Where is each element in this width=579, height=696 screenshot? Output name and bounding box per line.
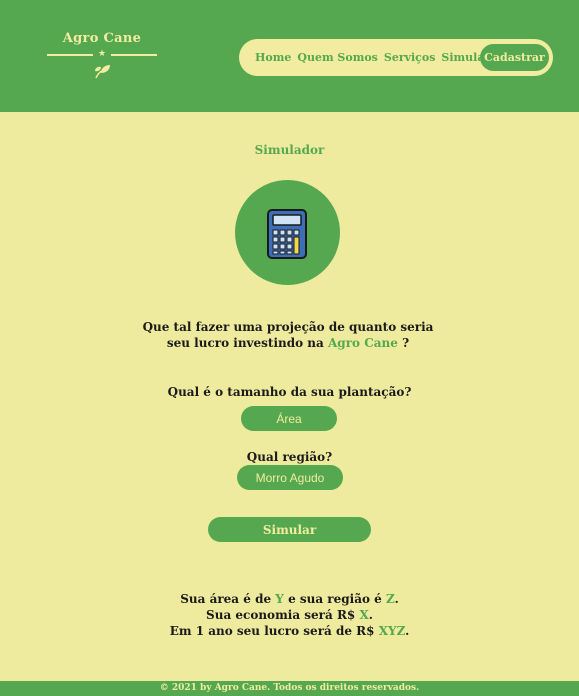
main-nav: Home Quem Somos Serviços Simulador Cadas… xyxy=(239,39,553,76)
nav-home[interactable]: Home xyxy=(255,51,291,64)
simulator-intro: Que tal fazer uma projeção de quanto ser… xyxy=(140,319,436,351)
result-line-profit: Em 1 ano seu lucro será de R$ XYZ. xyxy=(0,624,579,638)
calculator-badge xyxy=(235,180,340,285)
result-area-value: Y xyxy=(275,592,284,606)
site-footer: © 2021 by Agro Cane. Todos os direitos r… xyxy=(0,681,579,696)
result-text: . xyxy=(368,608,373,622)
result-region-value: Z xyxy=(386,592,395,606)
result-text: . xyxy=(405,624,410,638)
result-profit-value: XYZ xyxy=(378,624,406,638)
result-line-economy: Sua economia será R$ X. xyxy=(0,608,579,622)
result-text: Em 1 ano seu lucro será de R$ xyxy=(169,624,375,638)
result-text: e sua região é xyxy=(288,592,382,606)
region-label: Qual região? xyxy=(246,450,333,464)
area-label: Qual é o tamanho da sua plantação? xyxy=(167,385,412,399)
result-economy-value: X xyxy=(359,608,369,622)
result-text: Sua área é de xyxy=(180,592,272,606)
cadastrar-button[interactable]: Cadastrar xyxy=(480,44,549,71)
simular-button[interactable]: Simular xyxy=(208,517,371,542)
area-input[interactable] xyxy=(241,406,337,431)
site-header: Agro Cane ★ Home Quem Somos Serviços Sim… xyxy=(0,0,579,112)
result-text: Sua economia será R$ xyxy=(206,608,356,622)
logo-divider: ★ xyxy=(47,49,157,60)
nav-quem-somos[interactable]: Quem Somos xyxy=(297,51,378,64)
region-input[interactable] xyxy=(237,465,343,490)
result-text: . xyxy=(394,592,399,606)
calculator-icon xyxy=(267,209,307,259)
intro-end: ? xyxy=(402,336,410,350)
nav-servicos[interactable]: Serviços xyxy=(384,51,436,64)
leaf-icon xyxy=(95,65,110,79)
page-title: Simulador xyxy=(254,143,325,157)
result-line-area: Sua área é de Y e sua região é Z. xyxy=(0,592,579,606)
logo[interactable]: Agro Cane ★ xyxy=(47,30,157,86)
intro-brand: Agro Cane xyxy=(328,336,398,350)
logo-title: Agro Cane xyxy=(62,31,142,46)
star-icon: ★ xyxy=(97,49,107,59)
